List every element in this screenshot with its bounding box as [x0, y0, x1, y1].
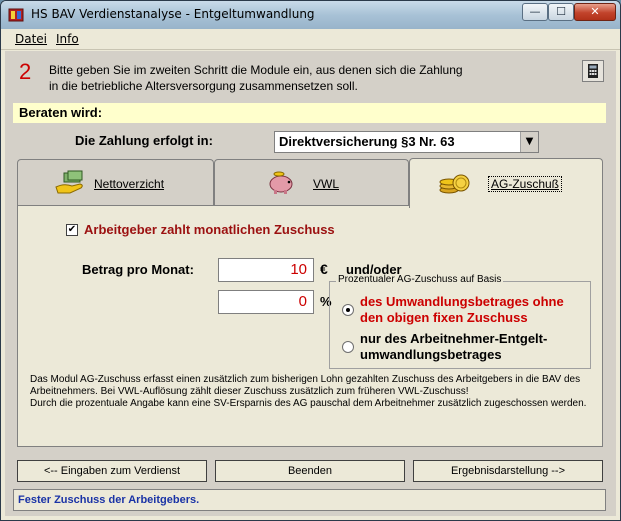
radio-arbeitnehmer-label[interactable]: nur des Arbeitnehmer-Entgelt-umwandlungs… [360, 331, 588, 363]
ag-zuschuss-panel: ✔ Arbeitgeber zahlt monatlichen Zuschuss… [17, 205, 603, 447]
radio-umwandlungsbetrag[interactable] [342, 304, 354, 316]
calculator-button[interactable] [582, 60, 604, 82]
tab-ag-zuschuss[interactable]: AG-Zuschuß [409, 158, 603, 208]
coins-icon [439, 174, 470, 194]
maximize-button[interactable]: ☐ [548, 3, 574, 21]
info-text: Das Modul AG-Zuschuss erfasst einen zusä… [30, 374, 596, 410]
ergebnisdarstellung-button[interactable]: Ergebnisdarstellung --> [413, 460, 603, 482]
money-hand-icon [55, 170, 83, 194]
tab-vwl[interactable]: VWL [214, 159, 409, 205]
tab-ag-zuschuss-label: AG-Zuschuß [488, 176, 563, 192]
chevron-down-icon[interactable]: ▼ [520, 132, 538, 152]
euro-unit: € [320, 261, 328, 277]
back-to-verdienst-button[interactable]: <-- Eingaben zum Verdienst [17, 460, 207, 482]
title-bar[interactable]: HS BAV Verdienstanalyse - Entgeltumwandl… [1, 1, 620, 30]
zahlung-select[interactable]: Direktversicherung §3 Nr. 63 ▼ [274, 131, 539, 153]
radio-arbeitnehmer[interactable] [342, 341, 354, 353]
betrag-input[interactable]: 10 [218, 258, 314, 282]
beraten-banner: Beraten wird: [13, 103, 606, 123]
client-area: 2 Bitte geben Sie im zweiten Schritt die… [5, 51, 616, 516]
ag-zuschuss-checkbox-label[interactable]: Arbeitgeber zahlt monatlichen Zuschuss [84, 222, 335, 237]
intro-text: Bitte geben Sie im zweiten Schritt die M… [49, 63, 463, 93]
menu-datei[interactable]: Datei [15, 32, 47, 46]
calculator-icon [588, 64, 598, 78]
prozent-basis-group: Prozentualer AG-Zuschuss auf Basis des U… [329, 274, 591, 369]
window-title: HS BAV Verdienstanalyse - Entgeltumwandl… [31, 7, 315, 21]
beenden-button[interactable]: Beenden [215, 460, 405, 482]
radio-umwandlungsbetrag-label[interactable]: des Umwandlungsbetrages ohne den obigen … [360, 294, 588, 326]
info-line-2: Durch die prozentuale Angabe kann eine S… [30, 398, 587, 409]
step-number: 2 [19, 59, 32, 84]
close-button[interactable]: ✕ [574, 3, 616, 21]
piggy-bank-icon [269, 171, 293, 194]
menu-bar: Datei Info [1, 29, 620, 50]
prozent-input[interactable]: 0 [218, 290, 314, 314]
betrag-label: Betrag pro Monat: [82, 262, 194, 277]
zahlung-select-value: Direktversicherung §3 Nr. 63 [279, 134, 455, 149]
tab-vwl-label: VWL [313, 177, 340, 191]
menu-info[interactable]: Info [56, 32, 79, 46]
info-line-1: Das Modul AG-Zuschuss erfasst einen zusä… [30, 374, 581, 397]
radio-selected-dot [346, 308, 350, 312]
prozent-basis-caption: Prozentualer AG-Zuschuss auf Basis [336, 274, 504, 285]
app-icon [8, 8, 24, 22]
tab-nettoverzicht[interactable]: Nettoverzicht [17, 159, 214, 205]
minimize-button[interactable]: — [522, 3, 548, 21]
status-bar: Fester Zuschuss der Arbeitgebers. [13, 489, 606, 511]
main-window: HS BAV Verdienstanalyse - Entgeltumwandl… [0, 0, 621, 521]
tab-nettoverzicht-label: Nettoverzicht [94, 177, 165, 191]
ag-zuschuss-checkbox[interactable]: ✔ [66, 224, 78, 236]
zahlung-label: Die Zahlung erfolgt in: [75, 133, 213, 148]
